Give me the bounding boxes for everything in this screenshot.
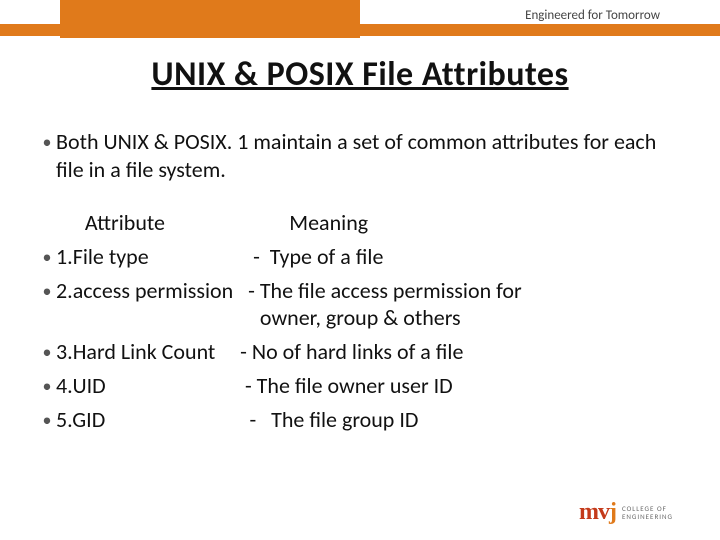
page-title: UNIX & POSIX File Attributes <box>0 54 720 95</box>
bullet-icon: • <box>38 406 56 434</box>
bullet-icon: • <box>38 277 56 332</box>
bullet-icon: • <box>38 338 56 366</box>
slide: Engineered for Tomorrow UNIX & POSIX Fil… <box>0 0 720 540</box>
footer-logo: mvj COLLEGE OF ENGINEERING <box>579 499 688 526</box>
logo-text: COLLEGE OF ENGINEERING <box>622 505 688 520</box>
list-item-text: 1.File type - Type of a file <box>56 243 682 271</box>
list-item: • 4.UID - The file owner user ID <box>38 372 682 400</box>
list-item: • 2.access permission - The file access … <box>38 277 682 332</box>
logo-mark-left: mv <box>579 499 609 525</box>
list-item-text: 4.UID - The file owner user ID <box>56 372 682 400</box>
attribute-list: • 1.File type - Type of a file • 2.acces… <box>38 243 682 434</box>
list-item: • 3.Hard Link Count - No of hard links o… <box>38 338 682 366</box>
bullet-icon: • <box>38 372 56 400</box>
column-header: Attribute Meaning <box>70 209 682 237</box>
content-body: • Both UNIX & POSIX. 1 maintain a set of… <box>38 128 682 440</box>
tagline: Engineered for Tomorrow <box>525 8 660 23</box>
bullet-icon: • <box>38 243 56 271</box>
list-item: • 1.File type - Type of a file <box>38 243 682 271</box>
intro-text: Both UNIX & POSIX. 1 maintain a set of c… <box>56 128 682 183</box>
logo-mark-right: j <box>609 499 616 525</box>
logo-mark: mvj <box>579 499 616 526</box>
list-item-text: 2.access permission - The file access pe… <box>56 277 682 332</box>
intro-bullet: • Both UNIX & POSIX. 1 maintain a set of… <box>38 128 682 183</box>
list-item: • 5.GID - The file group ID <box>38 406 682 434</box>
list-item-text: 3.Hard Link Count - No of hard links of … <box>56 338 682 366</box>
header-tab <box>60 0 360 38</box>
list-item-text: 5.GID - The file group ID <box>56 406 682 434</box>
bullet-icon: • <box>38 128 56 183</box>
